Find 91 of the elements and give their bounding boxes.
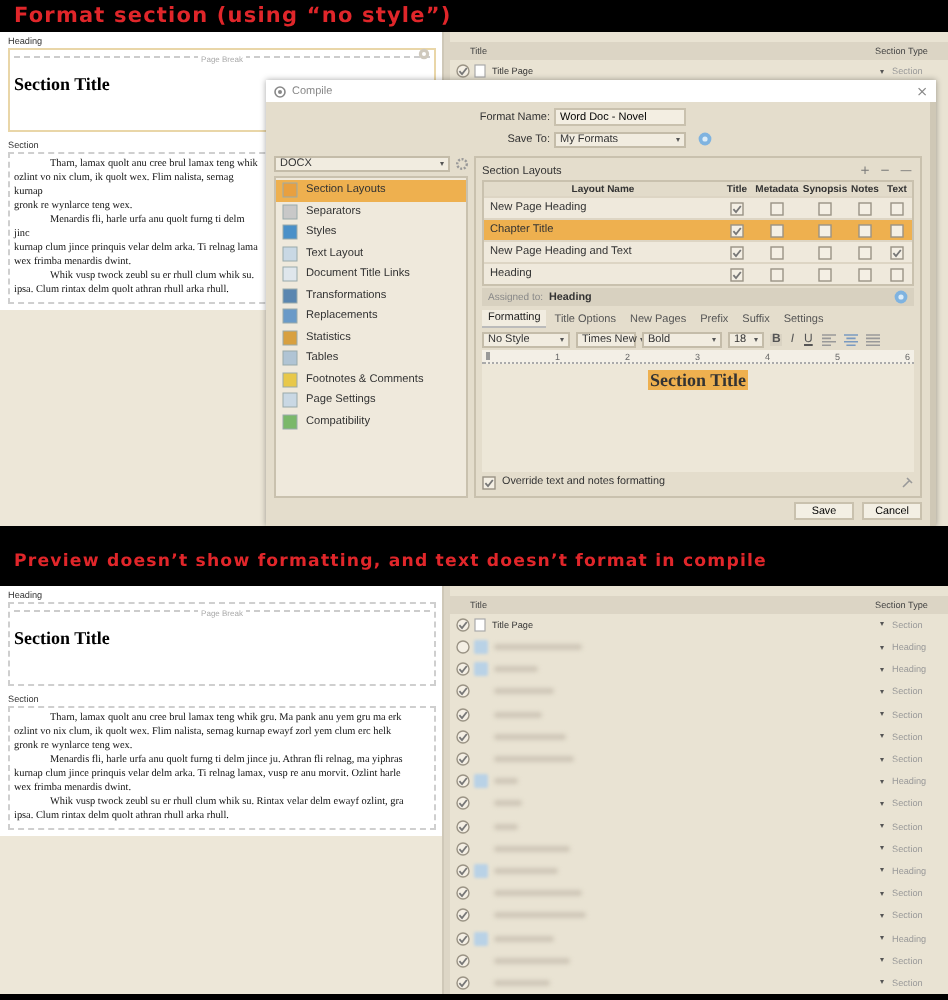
blurred-icon [474,931,488,946]
caret-icon [754,337,758,341]
square-icon [282,224,298,241]
align-center-icon[interactable] [844,333,859,345]
align-justify-icon[interactable] [866,333,881,345]
caret-icon [880,868,884,873]
caret-icon [880,712,884,717]
checkbox[interactable] [456,975,470,990]
square-icon [282,266,298,283]
checkbox[interactable] [730,267,744,281]
caret-icon [880,69,884,74]
blurred-icon [474,863,488,878]
checkbox[interactable] [456,819,470,834]
caret-icon [880,980,884,985]
caret-icon [880,936,884,941]
caption-heading: Preview doesn’t show formatting, and text doesn’t format in compile [12,550,769,576]
checkbox[interactable] [456,863,470,878]
checkbox[interactable] [890,201,904,215]
checkbox[interactable] [818,267,832,281]
checkbox[interactable] [456,774,470,789]
checkbox[interactable] [456,841,470,856]
section-title: Section Title [14,74,110,94]
checkbox[interactable] [456,752,470,767]
checkbox[interactable] [818,245,832,259]
checkbox[interactable] [818,223,832,237]
caret-icon [712,337,716,341]
caret-icon [880,622,884,627]
checkbox[interactable] [456,662,470,677]
checkbox[interactable] [456,886,470,901]
caret-icon [880,801,884,806]
help-icon[interactable] [698,132,712,146]
caret-icon [880,667,884,672]
caret-icon [880,913,884,918]
page-icon [474,617,486,632]
caret-icon [880,958,884,963]
checkbox[interactable] [730,201,744,215]
checkbox[interactable] [456,64,470,79]
square-icon [282,203,298,220]
checkbox[interactable] [456,796,470,811]
checkbox[interactable] [858,201,872,215]
checkbox[interactable] [456,684,470,699]
square-icon [282,308,298,325]
caret-icon [880,779,884,784]
caret-icon [880,757,884,762]
checkbox[interactable] [770,245,784,259]
preview-title: Section Title [648,370,748,390]
square-icon [282,287,298,304]
square-icon [282,182,298,199]
caret-icon [676,137,680,141]
square-icon [282,413,298,430]
checkbox[interactable] [456,617,470,632]
checkbox[interactable] [730,245,744,259]
square-icon [282,350,298,367]
checkbox[interactable] [456,953,470,968]
checkbox[interactable] [456,908,470,923]
checkbox[interactable] [456,640,470,655]
checkbox[interactable] [770,267,784,281]
section-title: Section Title [14,628,110,648]
caret-icon [440,162,444,166]
checkbox[interactable] [890,223,904,237]
caret-icon [880,846,884,851]
help-icon[interactable] [894,290,908,304]
checkbox[interactable] [858,267,872,281]
gear-icon[interactable] [418,48,430,60]
square-icon [282,371,298,388]
gear-icon[interactable] [456,158,468,170]
align-left-icon[interactable] [822,333,837,345]
square-icon [282,245,298,262]
square-icon [282,329,298,346]
checkbox[interactable] [770,201,784,215]
caret-icon [880,645,884,650]
checkbox[interactable] [890,245,904,259]
square-icon [282,392,298,409]
checkbox[interactable] [890,267,904,281]
caret-icon [560,337,564,341]
blurred-icon [474,774,488,789]
checkbox[interactable] [456,931,470,946]
checkbox[interactable] [770,223,784,237]
app-icon [274,85,286,97]
checkbox[interactable] [456,729,470,744]
caret-icon [880,734,884,739]
checkbox[interactable] [858,223,872,237]
caret-icon [880,891,884,896]
checkbox[interactable] [456,707,470,722]
checkbox[interactable] [818,201,832,215]
caret-icon [880,824,884,829]
caret-icon [880,689,884,694]
checkbox[interactable] [858,245,872,259]
caption-heading: Format section (using “no style”) [12,2,454,32]
checkbox[interactable] [730,223,744,237]
checkbox[interactable] [482,475,496,489]
